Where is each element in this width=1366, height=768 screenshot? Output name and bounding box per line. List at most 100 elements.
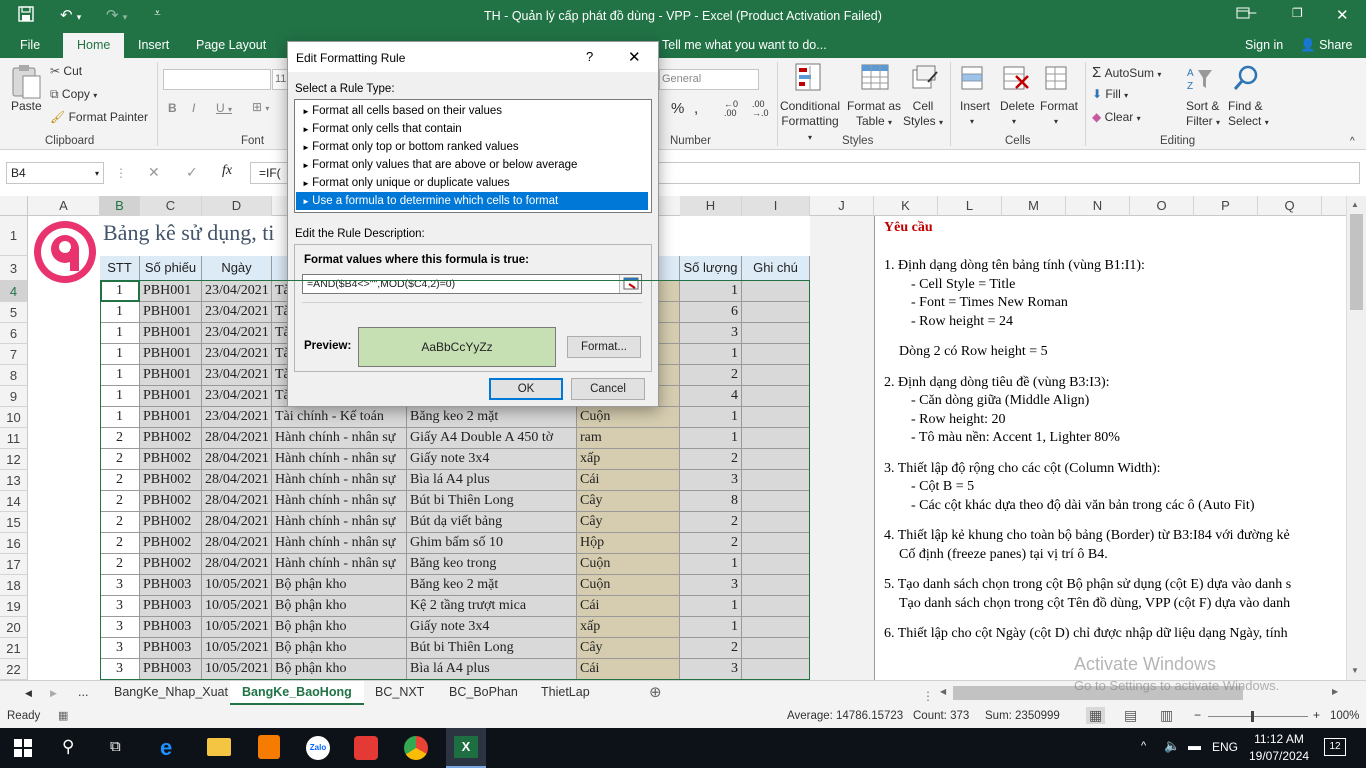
- cell-so-luong[interactable]: 1: [680, 617, 742, 638]
- tab-insert[interactable]: Insert: [138, 38, 169, 52]
- borders-icon[interactable]: ⊞ ▾: [252, 100, 269, 114]
- sign-in-link[interactable]: Sign in: [1245, 38, 1283, 52]
- cell-do-dung[interactable]: Bút bi Thiên Long: [407, 491, 577, 512]
- cell-so-phieu[interactable]: PBH001: [140, 365, 202, 386]
- cell-ngay[interactable]: 28/04/2021: [202, 554, 272, 575]
- header-stt[interactable]: STT: [100, 256, 140, 281]
- notification-badge[interactable]: 12: [1324, 738, 1346, 756]
- cell-so-phieu[interactable]: PBH002: [140, 449, 202, 470]
- tab-page-layout[interactable]: Page Layout: [196, 38, 266, 52]
- row-header-1[interactable]: 1: [0, 216, 28, 256]
- cell-stt[interactable]: 3: [100, 617, 140, 638]
- speaker-icon[interactable]: 🔈: [1164, 738, 1180, 754]
- page-break-view-icon[interactable]: ▥: [1160, 707, 1173, 724]
- macro-record-icon[interactable]: ▦: [58, 709, 68, 722]
- cell-ngay[interactable]: 10/05/2021: [202, 659, 272, 680]
- row-header-18[interactable]: 18: [0, 575, 28, 596]
- cell-stt[interactable]: 3: [100, 659, 140, 680]
- col-header-c[interactable]: C: [140, 196, 202, 216]
- hscroll-right-icon[interactable]: ▶: [1332, 687, 1338, 696]
- file-explorer-icon[interactable]: [207, 738, 231, 756]
- rule-type-item[interactable]: ► Use a formula to determine which cells…: [296, 192, 648, 210]
- cell-ngay[interactable]: 28/04/2021: [202, 449, 272, 470]
- cell-ngay[interactable]: 23/04/2021: [202, 365, 272, 386]
- cell-stt[interactable]: 3: [100, 638, 140, 659]
- active-cell-b4[interactable]: [100, 280, 140, 302]
- dialog-close-icon[interactable]: ✕: [628, 48, 641, 66]
- cell-ghi-chu[interactable]: [742, 512, 810, 533]
- rule-type-item[interactable]: ► Format only unique or duplicate values: [296, 174, 648, 192]
- cell-dvt[interactable]: Cái: [577, 596, 680, 617]
- cell-so-phieu[interactable]: PBH003: [140, 617, 202, 638]
- cell-stt[interactable]: 1: [100, 302, 140, 323]
- fill-button[interactable]: ⬇ Fill ▾: [1092, 87, 1128, 101]
- cell-do-dung[interactable]: Băng keo 2 mặt: [407, 407, 577, 428]
- sheet-tab[interactable]: BC_NXT: [375, 685, 424, 699]
- cell-ghi-chu[interactable]: [742, 407, 810, 428]
- row-header-12[interactable]: 12: [0, 449, 28, 470]
- normal-view-icon[interactable]: ▦: [1086, 707, 1106, 724]
- cell-ngay[interactable]: 28/04/2021: [202, 533, 272, 554]
- share-button[interactable]: 👤 Share: [1300, 38, 1352, 53]
- more-sheets-button[interactable]: ...: [78, 685, 88, 699]
- col-header-n[interactable]: N: [1066, 196, 1130, 216]
- font-name-dropdown[interactable]: [163, 69, 271, 90]
- cell-stt[interactable]: 3: [100, 575, 140, 596]
- cell-so-luong[interactable]: 2: [680, 533, 742, 554]
- col-header-p[interactable]: P: [1194, 196, 1258, 216]
- zoom-slider-thumb[interactable]: [1251, 711, 1254, 722]
- insert-function-icon[interactable]: fx: [222, 163, 232, 179]
- cell-dvt[interactable]: Cây: [577, 638, 680, 659]
- cell-bo-phan[interactable]: Tài chính - Kế toán: [272, 407, 407, 428]
- rule-type-item[interactable]: ► Format only values that are above or b…: [296, 156, 648, 174]
- cell-ghi-chu[interactable]: [742, 344, 810, 365]
- header-so-phieu[interactable]: Số phiếu: [140, 256, 202, 281]
- sheet-title[interactable]: Bảng kê sử dụng, ti: [103, 220, 274, 246]
- row-header-6[interactable]: 6: [0, 323, 28, 344]
- cell-stt[interactable]: 2: [100, 449, 140, 470]
- cell-so-luong[interactable]: 3: [680, 470, 742, 491]
- autosum-button[interactable]: Σ AutoSum ▾: [1092, 64, 1161, 81]
- cell-ghi-chu[interactable]: [742, 281, 810, 302]
- clock-time[interactable]: 11:12 AM: [1251, 732, 1307, 746]
- sheet-tab[interactable]: BangKe_BaoHong: [230, 681, 364, 705]
- conditional-formatting-icon[interactable]: [794, 62, 824, 92]
- col-header-b[interactable]: B: [100, 196, 140, 216]
- cell-ghi-chu[interactable]: [742, 533, 810, 554]
- pdf-app-icon[interactable]: [258, 735, 280, 759]
- task-view-icon[interactable]: ⧉: [110, 738, 121, 755]
- cell-ghi-chu[interactable]: [742, 617, 810, 638]
- row-header-9[interactable]: 9: [0, 386, 28, 407]
- insert-cells-icon[interactable]: [960, 64, 990, 94]
- app-red-icon[interactable]: [354, 736, 378, 760]
- cell-do-dung[interactable]: Giấy note 3x4: [407, 617, 577, 638]
- header-ghi-chu[interactable]: Ghi chú: [742, 256, 810, 281]
- italic-button[interactable]: I: [192, 101, 195, 115]
- cell-bo-phan[interactable]: Hành chính - nhân sự: [272, 470, 407, 491]
- hscroll-left-icon[interactable]: ◀: [940, 687, 946, 696]
- scroll-tabs-left-icon[interactable]: ◀: [25, 688, 32, 699]
- sheet-tab[interactable]: ThietLap: [541, 685, 590, 699]
- conditional-formatting-button[interactable]: Conditional Formatting ▾: [778, 99, 842, 145]
- row-header-5[interactable]: 5: [0, 302, 28, 323]
- comma-style-icon[interactable]: ,: [694, 100, 698, 117]
- cell-so-luong[interactable]: 3: [680, 659, 742, 680]
- cell-ngay[interactable]: 10/05/2021: [202, 638, 272, 659]
- cell-so-luong[interactable]: 8: [680, 491, 742, 512]
- cell-so-phieu[interactable]: PBH001: [140, 407, 202, 428]
- format-button[interactable]: Format...: [567, 336, 641, 358]
- delete-cells-icon[interactable]: [1002, 64, 1032, 94]
- cancel-entry-icon[interactable]: ✕: [148, 164, 160, 181]
- format-painter-button[interactable]: 🖌 Format Painter: [50, 110, 148, 124]
- cell-stt[interactable]: 2: [100, 491, 140, 512]
- cell-do-dung[interactable]: Bìa lá A4 plus: [407, 470, 577, 491]
- cell-do-dung[interactable]: Giấy A4 Double A 450 tờ: [407, 428, 577, 449]
- cell-so-phieu[interactable]: PBH002: [140, 533, 202, 554]
- percent-icon[interactable]: %: [671, 100, 684, 117]
- cell-do-dung[interactable]: Ghim bấm số 10: [407, 533, 577, 554]
- cell-do-dung[interactable]: Băng keo trong: [407, 554, 577, 575]
- cell-do-dung[interactable]: Băng keo 2 mặt: [407, 575, 577, 596]
- cell-stt[interactable]: 1: [100, 407, 140, 428]
- cell-stt[interactable]: 1: [100, 365, 140, 386]
- cell-dvt[interactable]: xấp: [577, 617, 680, 638]
